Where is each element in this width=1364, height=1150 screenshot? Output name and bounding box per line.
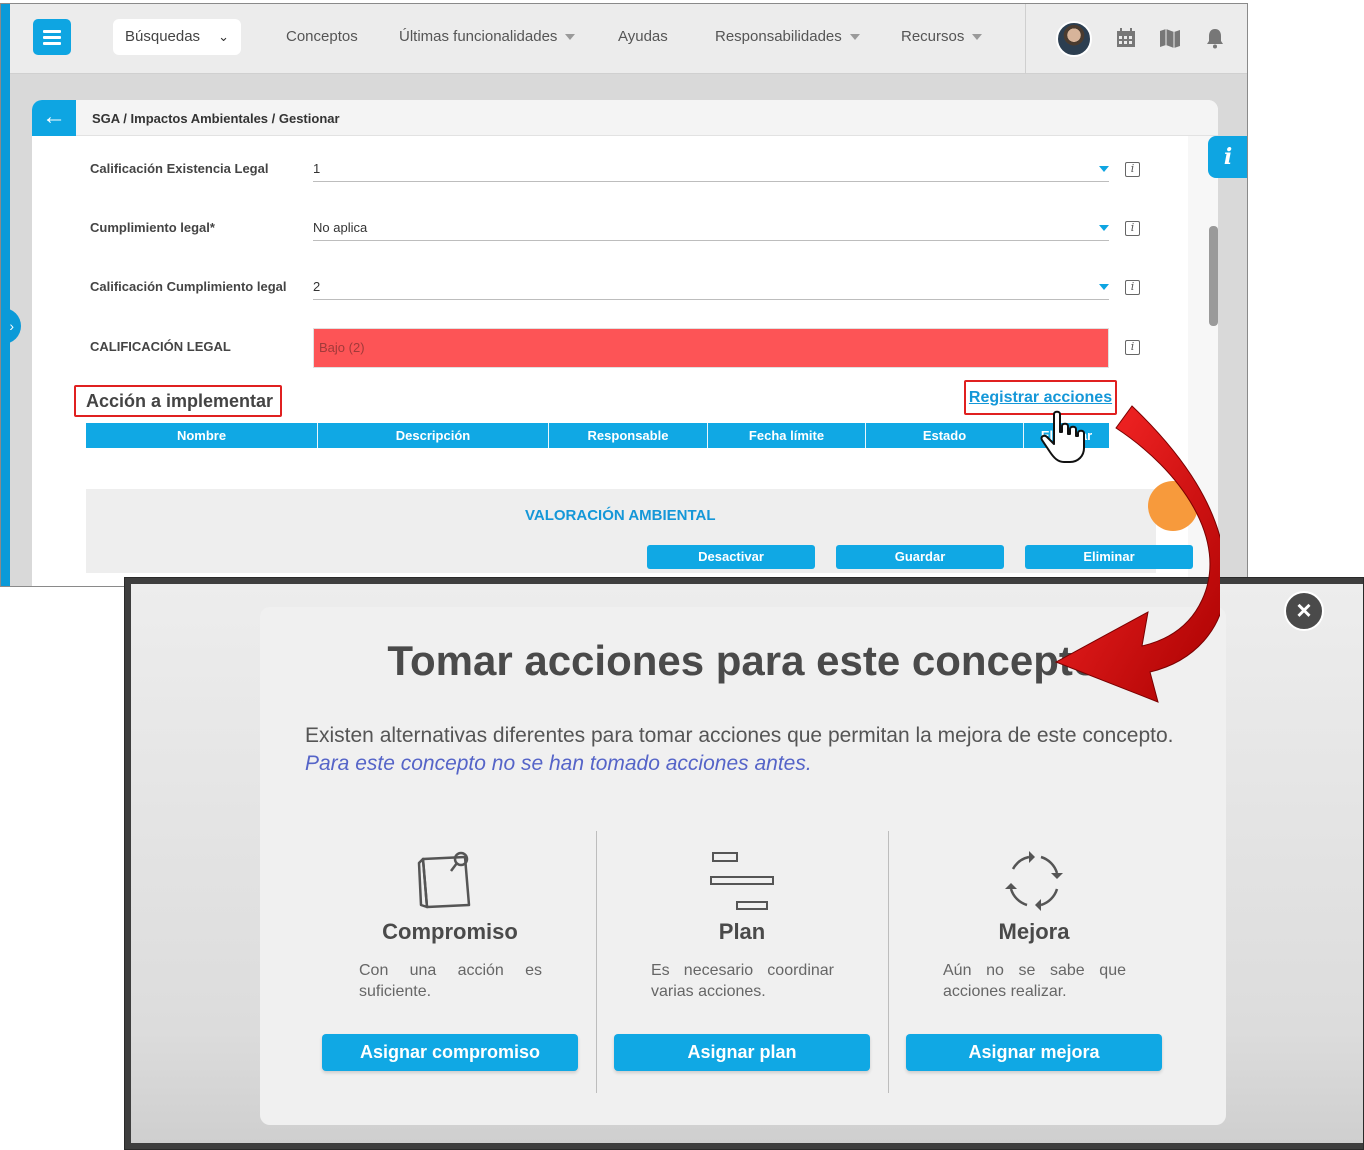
caret-down-icon	[565, 34, 576, 41]
hand-cursor-icon	[1040, 410, 1085, 463]
breadcrumb: SGA / Impactos Ambientales / Gestionar	[92, 111, 340, 126]
select-cumplimiento-legal[interactable]: No aplica	[313, 215, 1109, 241]
column-header-nombre[interactable]: Nombre	[86, 423, 318, 448]
nav-divider	[1025, 4, 1026, 74]
save-button[interactable]: Guardar	[836, 545, 1004, 569]
info-icon[interactable]: i	[1125, 280, 1140, 295]
option-title-plan: Plan	[718, 919, 766, 944]
sidebar-expand-toggle[interactable]: ›	[1, 308, 21, 344]
select-existencia-legal[interactable]: 1	[313, 156, 1109, 182]
column-header-fecha-limite[interactable]: Fecha límite	[708, 423, 866, 448]
calendar-icon[interactable]	[1114, 26, 1138, 50]
dropdown-arrow-icon	[1099, 166, 1109, 172]
left-sidebar-strip	[1, 4, 10, 586]
cycle-icon	[1005, 851, 1063, 911]
info-icon[interactable]: i	[1125, 340, 1140, 355]
field-label-existencia-legal: Calificación Existencia Legal	[90, 161, 269, 176]
column-header-descripcion[interactable]: Descripción	[318, 423, 549, 448]
assign-improvement-button[interactable]: Asignar mejora	[906, 1034, 1162, 1071]
nav-responsabilidades[interactable]: Responsabilidades	[715, 28, 860, 45]
valoracion-ambiental-panel: VALORACIÓN AMBIENTAL Desactivar Guardar …	[86, 489, 1193, 573]
column-header-estado[interactable]: Estado	[866, 423, 1024, 448]
user-avatar[interactable]	[1056, 21, 1092, 57]
nav-conceptos[interactable]: Conceptos	[286, 28, 358, 45]
assign-commitment-button[interactable]: Asignar compromiso	[322, 1034, 578, 1071]
hamburger-menu-button[interactable]	[33, 19, 71, 55]
dropdown-arrow-icon	[1099, 225, 1109, 231]
option-desc-compromiso: Con una acción es suficiente.	[359, 962, 542, 1000]
gantt-icon	[710, 852, 774, 910]
field-label-calificacion-cumplimiento: Calificación Cumplimiento legal	[90, 279, 287, 294]
chevron-down-icon: ⌄	[218, 29, 229, 44]
note-pin-icon	[417, 851, 471, 909]
map-icon[interactable]	[1158, 26, 1182, 50]
info-icon[interactable]: i	[1125, 162, 1140, 177]
search-dropdown[interactable]: Búsquedas ⌄	[113, 19, 241, 55]
actions-table-header: Nombre Descripción Responsable Fecha lím…	[86, 423, 1109, 448]
modal-note: Para este concepto no se han tomado acci…	[305, 752, 812, 775]
caret-down-icon	[849, 34, 860, 41]
assign-plan-button[interactable]: Asignar plan	[614, 1034, 870, 1071]
search-dropdown-label: Búsquedas	[125, 28, 201, 45]
breadcrumb-bar: ← SGA / Impactos Ambientales / Gestionar	[32, 100, 1218, 136]
column-divider	[596, 831, 597, 1093]
scrollbar-thumb[interactable]	[1209, 226, 1218, 326]
nav-ultimas-funcionalidades[interactable]: Últimas funcionalidades	[399, 28, 576, 45]
field-label-cumplimiento-legal: Cumplimiento legal*	[90, 220, 215, 235]
column-divider	[888, 831, 889, 1093]
option-desc-plan: Es necesario coordinar varias acciones.	[651, 962, 834, 1000]
option-title-mejora: Mejora	[998, 919, 1070, 944]
option-title-compromiso: Compromiso	[382, 919, 518, 944]
back-arrow-icon[interactable]: ←	[32, 100, 76, 136]
option-desc-mejora: Aún no se sabe que acciones realizar.	[943, 962, 1126, 1000]
info-panel-tab[interactable]: i	[1208, 136, 1247, 178]
deactivate-button[interactable]: Desactivar	[647, 545, 815, 569]
top-navigation-bar: Búsquedas ⌄ Conceptos Últimas funcionali…	[10, 4, 1247, 74]
bell-icon[interactable]	[1203, 26, 1227, 50]
calificacion-legal-value: Bajo (2)	[313, 328, 1109, 368]
action-section-title: Acción a implementar	[74, 385, 282, 417]
modal-description-text: Existen alternativas diferentes para tom…	[305, 724, 1174, 747]
select-calificacion-cumplimiento[interactable]: 2	[313, 274, 1109, 300]
column-header-responsable[interactable]: Responsable	[549, 423, 708, 448]
dropdown-arrow-icon	[1099, 284, 1109, 290]
modal-description: Existen alternativas diferentes para tom…	[305, 722, 1175, 778]
nav-ayudas[interactable]: Ayudas	[618, 28, 668, 45]
info-icon[interactable]: i	[1125, 221, 1140, 236]
nav-recursos[interactable]: Recursos	[901, 28, 983, 45]
caret-down-icon	[972, 34, 983, 41]
close-icon[interactable]: ×	[1284, 591, 1324, 631]
valoracion-title: VALORACIÓN AMBIENTAL	[525, 507, 716, 524]
field-label-calificacion-legal: CALIFICACIÓN LEGAL	[90, 339, 231, 354]
